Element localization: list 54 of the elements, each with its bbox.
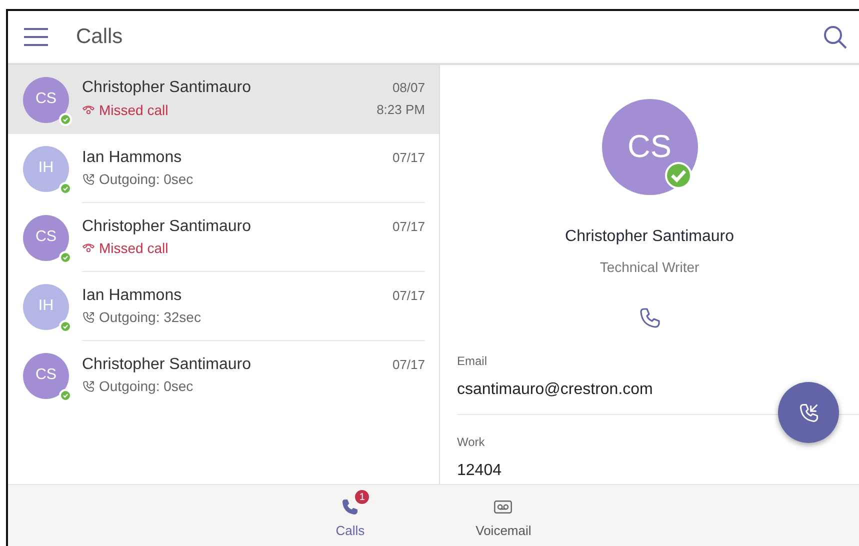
call-detail: Missed call: [99, 101, 168, 120]
call-date: 07/17: [392, 149, 425, 167]
phone-icon[interactable]: [638, 306, 662, 330]
presence-icon: [59, 250, 72, 264]
presence-icon: [59, 388, 72, 402]
call-detail: Outgoing: 0sec: [99, 377, 194, 396]
page-title: Calls: [76, 24, 123, 50]
contact-name: Christopher Santimauro: [82, 217, 251, 237]
outgoing-call-icon: [82, 310, 95, 324]
avatar-initials: CS: [628, 127, 672, 166]
job-title: Technical Writer: [600, 258, 700, 277]
avatar-initials: CS: [35, 89, 57, 110]
presence-icon: [59, 182, 72, 194]
outgoing-call-icon: [82, 380, 95, 392]
contact-name: Christopher Santimauro: [82, 78, 251, 98]
call-back-button[interactable]: [778, 382, 839, 443]
missed-call-icon: [82, 104, 95, 116]
call-date: 07/17: [392, 218, 425, 236]
notification-badge: 1: [354, 489, 370, 505]
search-icon[interactable]: [823, 25, 847, 49]
avatar-initials: CS: [35, 227, 57, 248]
contact-name: Ian Hammons: [82, 286, 182, 306]
call-row[interactable]: IH Ian Hammons 07/17 Outgoing: 0sec: [8, 134, 439, 203]
field-value: 12404: [457, 461, 502, 481]
call-date: 07/17: [392, 356, 425, 374]
phone-icon: [340, 497, 360, 517]
call-detail: Outgoing: 0sec: [99, 170, 194, 189]
avatar-initials: IH: [38, 158, 54, 178]
presence-icon: [59, 112, 72, 126]
missed-call-icon: [82, 242, 95, 254]
call-time: 8:23 PM: [376, 101, 425, 119]
avatar-initials: IH: [38, 296, 54, 316]
outgoing-call-icon: [82, 172, 95, 186]
nav-tab[interactable]: 1 Calls: [328, 485, 373, 546]
contact-name: Christopher Santimauro: [82, 355, 251, 375]
call-detail: Outgoing: 32sec: [99, 308, 201, 327]
call-date: 08/07: [392, 79, 425, 97]
incoming-call-icon: [798, 402, 820, 424]
presence-icon: [664, 162, 692, 189]
call-row[interactable]: IH Ian Hammons 07/17 Outgoing: 32sec: [8, 272, 439, 341]
field-label: Work: [457, 434, 485, 451]
call-row[interactable]: CS Christopher Santimauro 08/07 Missed call 8:23 PM: [8, 65, 439, 134]
avatar-initials: CS: [35, 365, 57, 386]
call-row[interactable]: CS Christopher Santimauro 07/17 Missed call: [8, 203, 439, 272]
field-value: csantimauro@crestron.com: [457, 380, 653, 400]
contact-name: Ian Hammons: [82, 148, 182, 168]
presence-icon: [59, 320, 72, 332]
call-row[interactable]: CS Christopher Santimauro 07/17 Outgoing: 0sec: [8, 341, 439, 410]
nav-tab[interactable]: Voicemail: [468, 485, 540, 546]
field-label: Email: [457, 353, 488, 370]
call-detail: Missed call: [99, 239, 168, 258]
contact-name: Christopher Santimauro: [565, 227, 734, 247]
call-date: 07/17: [392, 287, 425, 305]
menu-icon[interactable]: [24, 27, 48, 47]
